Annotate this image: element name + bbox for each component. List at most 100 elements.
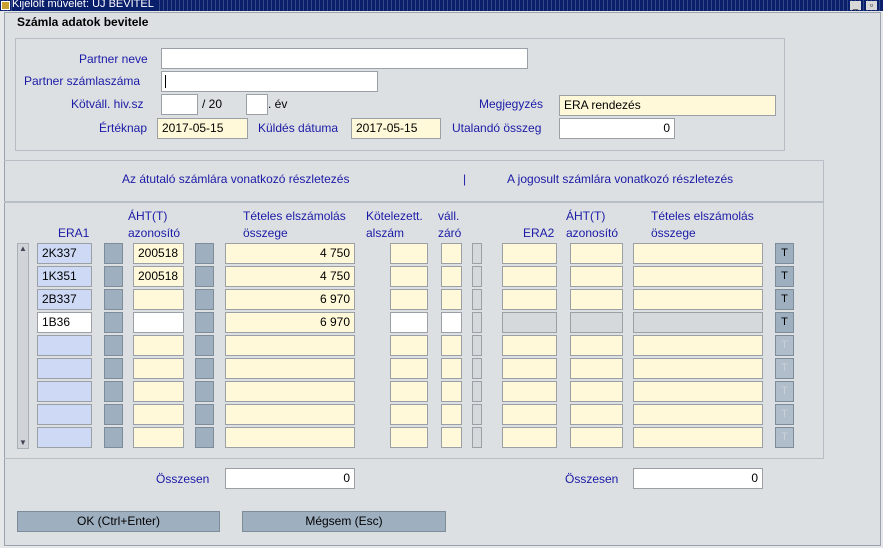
aht1-lookup-button[interactable] bbox=[195, 358, 214, 379]
detail-t-button[interactable]: T bbox=[775, 335, 794, 356]
partner-account-input[interactable] bbox=[161, 71, 378, 92]
era2-cell[interactable] bbox=[502, 289, 557, 310]
aht1-cell[interactable] bbox=[133, 335, 184, 356]
era2-cell[interactable] bbox=[502, 427, 557, 448]
era1-cell[interactable] bbox=[37, 427, 92, 448]
cancel-button[interactable]: Mégsem (Esc) bbox=[242, 511, 446, 532]
minimize-icon[interactable]: _ bbox=[850, 1, 861, 10]
send-date-input[interactable]: 2017-05-15 bbox=[351, 118, 441, 139]
partner-name-input[interactable] bbox=[161, 48, 528, 69]
aht1-lookup-button[interactable] bbox=[195, 289, 214, 310]
itemized2-cell[interactable] bbox=[633, 243, 763, 264]
aht2-cell[interactable] bbox=[570, 266, 623, 287]
era1-cell[interactable] bbox=[37, 381, 92, 402]
restore-icon[interactable]: ▫ bbox=[866, 1, 877, 10]
itemized1-cell[interactable]: 4 750 bbox=[225, 266, 355, 287]
itemized2-cell[interactable] bbox=[633, 312, 763, 333]
closing-cell[interactable] bbox=[441, 243, 462, 264]
era2-cell[interactable] bbox=[502, 243, 557, 264]
era1-lookup-button[interactable] bbox=[104, 289, 123, 310]
obligation-cell[interactable] bbox=[390, 335, 428, 356]
itemized1-cell[interactable] bbox=[225, 335, 355, 356]
detail-t-button[interactable]: T bbox=[775, 266, 794, 287]
detail-t-button[interactable]: T bbox=[775, 243, 794, 264]
aht1-cell[interactable] bbox=[133, 312, 184, 333]
itemized2-cell[interactable] bbox=[633, 427, 763, 448]
era2-cell[interactable] bbox=[502, 381, 557, 402]
scroll-up-icon[interactable]: ▲ bbox=[18, 244, 28, 254]
aht2-cell[interactable] bbox=[570, 289, 623, 310]
era2-cell[interactable] bbox=[502, 266, 557, 287]
era1-cell[interactable] bbox=[37, 404, 92, 425]
value-date-input[interactable]: 2017-05-15 bbox=[157, 118, 248, 139]
aht2-cell[interactable] bbox=[570, 243, 623, 264]
obligation-cell[interactable] bbox=[390, 243, 428, 264]
aht1-cell[interactable]: 200518 bbox=[133, 266, 184, 287]
itemized2-cell[interactable] bbox=[633, 335, 763, 356]
detail-t-button[interactable]: T bbox=[775, 289, 794, 310]
era2-cell[interactable] bbox=[502, 335, 557, 356]
aht2-cell[interactable] bbox=[570, 427, 623, 448]
aht1-cell[interactable] bbox=[133, 427, 184, 448]
era1-cell[interactable]: 2B337 bbox=[37, 289, 92, 310]
detail-t-button[interactable]: T bbox=[775, 358, 794, 379]
obligation-cell[interactable] bbox=[390, 312, 428, 333]
era1-lookup-button[interactable] bbox=[104, 335, 123, 356]
era1-cell[interactable]: 1B36 bbox=[37, 312, 92, 333]
aht1-cell[interactable] bbox=[133, 358, 184, 379]
era1-cell[interactable]: 1K351 bbox=[37, 266, 92, 287]
closing-cell[interactable] bbox=[441, 312, 462, 333]
obligation-cell[interactable] bbox=[390, 358, 428, 379]
closing-cell[interactable] bbox=[441, 289, 462, 310]
itemized1-cell[interactable]: 6 970 bbox=[225, 289, 355, 310]
detail-t-button[interactable]: T bbox=[775, 312, 794, 333]
closing-cell[interactable] bbox=[441, 335, 462, 356]
obligation-cell[interactable] bbox=[390, 404, 428, 425]
closing-cell[interactable] bbox=[441, 404, 462, 425]
aht1-lookup-button[interactable] bbox=[195, 404, 214, 425]
aht1-cell[interactable] bbox=[133, 289, 184, 310]
aht1-lookup-button[interactable] bbox=[195, 335, 214, 356]
itemized1-cell[interactable] bbox=[225, 381, 355, 402]
detail-t-button[interactable]: T bbox=[775, 427, 794, 448]
detail-t-button[interactable]: T bbox=[775, 404, 794, 425]
transfer-amount-input[interactable]: 0 bbox=[559, 118, 675, 139]
aht2-cell[interactable] bbox=[570, 358, 623, 379]
era1-cell[interactable] bbox=[37, 335, 92, 356]
ok-button[interactable]: OK (Ctrl+Enter) bbox=[17, 511, 220, 532]
era1-lookup-button[interactable] bbox=[104, 381, 123, 402]
aht2-cell[interactable] bbox=[570, 381, 623, 402]
itemized2-cell[interactable] bbox=[633, 381, 763, 402]
rows-scrollbar[interactable]: ▲ ▼ bbox=[17, 243, 29, 449]
aht2-cell[interactable] bbox=[570, 404, 623, 425]
obligation-cell[interactable] bbox=[390, 381, 428, 402]
detail-t-button[interactable]: T bbox=[775, 381, 794, 402]
obligation-cell[interactable] bbox=[390, 266, 428, 287]
note-input[interactable]: ERA rendezés bbox=[559, 95, 776, 116]
aht1-lookup-button[interactable] bbox=[195, 243, 214, 264]
commitment-number-input[interactable] bbox=[161, 94, 198, 115]
closing-cell[interactable] bbox=[441, 427, 462, 448]
era2-cell[interactable] bbox=[502, 358, 557, 379]
aht1-lookup-button[interactable] bbox=[195, 381, 214, 402]
obligation-cell[interactable] bbox=[390, 289, 428, 310]
era1-lookup-button[interactable] bbox=[104, 266, 123, 287]
aht2-cell[interactable] bbox=[570, 312, 623, 333]
itemized2-cell[interactable] bbox=[633, 404, 763, 425]
closing-cell[interactable] bbox=[441, 381, 462, 402]
aht1-lookup-button[interactable] bbox=[195, 266, 214, 287]
itemized2-cell[interactable] bbox=[633, 289, 763, 310]
itemized1-cell[interactable] bbox=[225, 404, 355, 425]
era1-cell[interactable] bbox=[37, 358, 92, 379]
era2-cell[interactable] bbox=[502, 312, 557, 333]
itemized1-cell[interactable]: 4 750 bbox=[225, 243, 355, 264]
aht2-cell[interactable] bbox=[570, 335, 623, 356]
closing-cell[interactable] bbox=[441, 266, 462, 287]
obligation-cell[interactable] bbox=[390, 427, 428, 448]
itemized2-cell[interactable] bbox=[633, 266, 763, 287]
aht1-lookup-button[interactable] bbox=[195, 427, 214, 448]
aht1-cell[interactable]: 200518 bbox=[133, 243, 184, 264]
year-input[interactable] bbox=[246, 94, 268, 115]
itemized1-cell[interactable] bbox=[225, 427, 355, 448]
era1-cell[interactable]: 2K337 bbox=[37, 243, 92, 264]
